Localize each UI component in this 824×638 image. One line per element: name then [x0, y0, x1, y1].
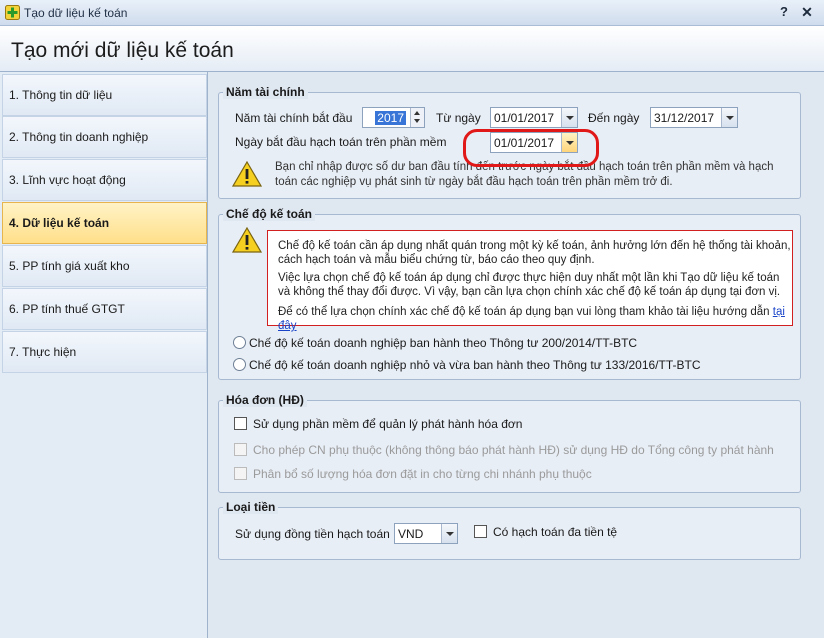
- highlight-ellipse: [463, 129, 599, 167]
- regime-p2-line1: Việc lựa chọn chế độ kế toán áp dụng chỉ…: [278, 272, 780, 284]
- regime-p3-text: Để có thể lựa chọn chính xác chế độ kế t…: [278, 306, 770, 318]
- page-title: Tạo mới dữ liệu kế toán: [11, 39, 234, 62]
- fiscal-note-line2: toán các nghiệp vụ phát sinh từ ngày bắt…: [275, 176, 673, 188]
- spin-arrows-icon[interactable]: [410, 108, 424, 127]
- step-pp-tinh-thue-gtgt[interactable]: 6. PP tính thuế GTGT: [2, 288, 207, 330]
- wizard-steps: 1. Thông tin dữ liệu 2. Thông tin doanh …: [0, 72, 208, 638]
- fiscal-year-title: Năm tài chính: [223, 85, 308, 99]
- currency-title: Loại tiền: [223, 500, 279, 514]
- manage-invoice-checkbox[interactable]: [234, 417, 247, 430]
- step-thuc-hien[interactable]: 7. Thực hiện: [2, 331, 207, 373]
- dropdown-arrow-icon[interactable]: [441, 524, 457, 543]
- warning-icon: [232, 161, 262, 187]
- invoice-group: Hóa đơn (HĐ) Sử dụng phần mềm để quản lý…: [218, 393, 801, 493]
- step-pp-tinh-gia-xuat-kho[interactable]: 5. PP tính giá xuất kho: [2, 245, 207, 287]
- regime-warning-box: Chế độ kế toán cần áp dụng nhất quán tro…: [267, 230, 793, 332]
- to-date-label: Đến ngày: [588, 111, 640, 125]
- branch-invoice-checkbox[interactable]: [234, 443, 247, 456]
- help-button[interactable]: ?: [776, 4, 792, 22]
- dropdown-arrow-icon[interactable]: [721, 108, 737, 127]
- regime-tt133-radio[interactable]: [233, 358, 246, 371]
- multi-currency-label[interactable]: Có hạch toán đa tiền tệ: [493, 525, 617, 539]
- main-panel: Năm tài chính Năm tài chính bắt đầu 2017…: [209, 72, 824, 638]
- currency-label: Sử dụng đồng tiền hạch toán: [235, 527, 390, 541]
- close-button[interactable]: ✕: [798, 4, 816, 22]
- window-title: Tạo dữ liệu kế toán: [24, 6, 128, 20]
- to-date-picker[interactable]: 31/12/2017: [650, 107, 738, 128]
- branch-invoice-label: Cho phép CN phụ thuộc (không thông báo p…: [253, 443, 774, 457]
- regime-tt200-label[interactable]: Chế độ kế toán doanh nghiệp ban hành the…: [249, 336, 637, 350]
- accounting-regime-title: Chế độ kế toán: [223, 207, 316, 221]
- app-icon: [5, 5, 20, 20]
- currency-group: Loại tiền Sử dụng đồng tiền hạch toán VN…: [218, 500, 801, 560]
- regime-tt133-label[interactable]: Chế độ kế toán doanh nghiệp nhỏ và vừa b…: [249, 358, 701, 372]
- regime-p1-line1: Chế độ kế toán cần áp dụng nhất quán tro…: [278, 240, 791, 252]
- multi-currency-checkbox[interactable]: [474, 525, 487, 538]
- regime-p2-line2: và không thể thay đổi được. Vì vậy, bạn …: [278, 286, 781, 298]
- page-header: Tạo mới dữ liệu kế toán: [0, 26, 824, 72]
- step-thong-tin-du-lieu[interactable]: 1. Thông tin dữ liệu: [2, 74, 207, 116]
- manage-invoice-label[interactable]: Sử dụng phần mềm để quản lý phát hành hó…: [253, 417, 522, 431]
- invoice-title: Hóa đơn (HĐ): [223, 393, 307, 407]
- regime-p1-line2: cách hạch toán và mẫu biểu chứng từ, báo…: [278, 254, 595, 266]
- currency-select[interactable]: VND: [394, 523, 458, 544]
- allocate-invoice-label: Phân bổ số lượng hóa đơn đặt in cho từng…: [253, 467, 592, 481]
- currency-value: VND: [398, 527, 424, 541]
- regime-p3: Để có thể lựa chọn chính xác chế độ kế t…: [278, 305, 792, 333]
- allocate-invoice-checkbox[interactable]: [234, 467, 247, 480]
- step-du-lieu-ke-toan[interactable]: 4. Dữ liệu kế toán: [2, 202, 207, 244]
- step-linh-vuc-hoat-dong[interactable]: 3. Lĩnh vực hoạt động: [2, 159, 207, 201]
- step-thong-tin-doanh-nghiep[interactable]: 2. Thông tin doanh nghiệp: [2, 116, 207, 158]
- regime-tt200-radio[interactable]: [233, 336, 246, 349]
- from-date-label: Từ ngày: [436, 111, 481, 125]
- from-date-value: 01/01/2017: [494, 111, 555, 125]
- accounting-regime-group: Chế độ kế toán Chế độ kế toán cần áp dụn…: [218, 207, 801, 380]
- start-year-value: 2017: [375, 111, 406, 125]
- start-year-label: Năm tài chính bắt đầu: [235, 111, 353, 125]
- title-bar: Tạo dữ liệu kế toán ? ✕: [0, 0, 824, 26]
- warning-icon: [232, 227, 262, 253]
- accounting-start-label: Ngày bắt đầu hạch toán trên phần mềm: [235, 135, 447, 149]
- dropdown-arrow-icon[interactable]: [561, 108, 577, 127]
- to-date-value: 31/12/2017: [654, 111, 715, 125]
- start-year-spinner[interactable]: 2017: [362, 107, 425, 128]
- from-date-picker[interactable]: 01/01/2017: [490, 107, 578, 128]
